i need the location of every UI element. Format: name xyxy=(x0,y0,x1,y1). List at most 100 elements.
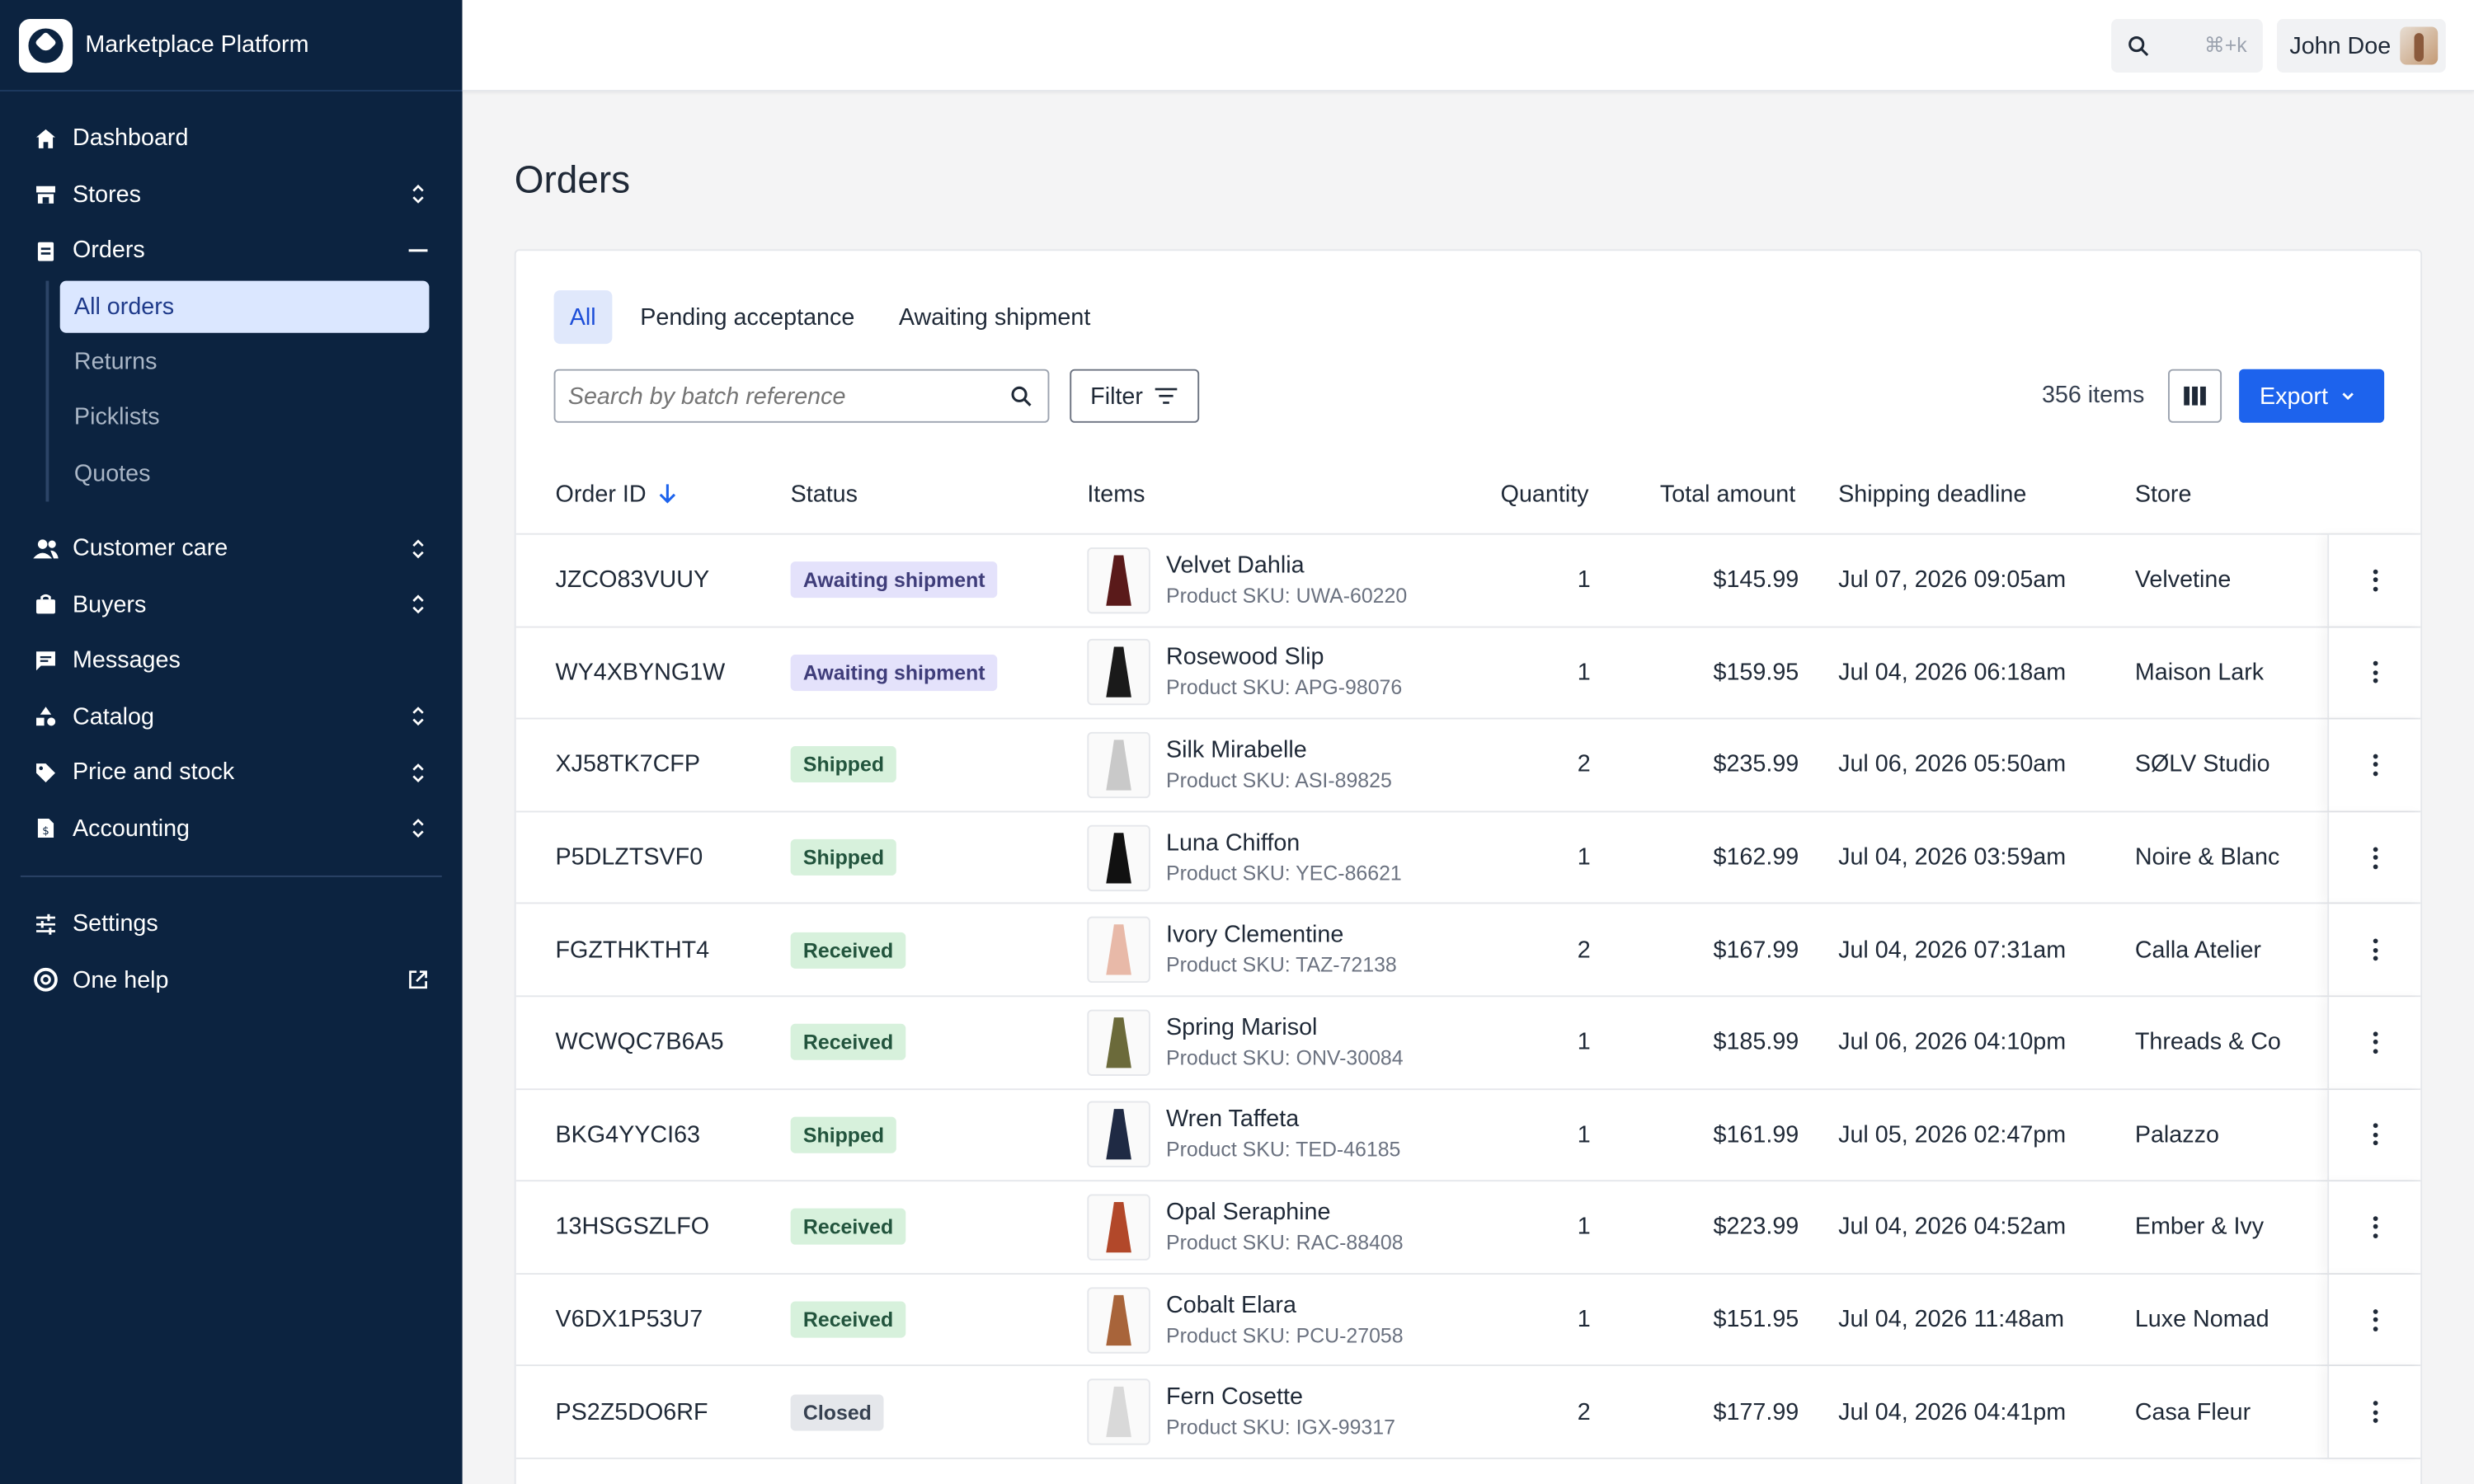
order-id[interactable]: WCWQC7B6A5 xyxy=(556,997,724,1087)
nav-item-buyers[interactable]: Buyers xyxy=(0,576,463,632)
store-name: Threads & Co xyxy=(2134,1029,2281,1056)
total-amount: $145.99 xyxy=(1713,566,1799,594)
row-actions-button[interactable] xyxy=(2327,1181,2421,1273)
sort-down-icon xyxy=(658,484,675,504)
dress-icon xyxy=(1106,555,1131,606)
people-icon xyxy=(33,536,59,561)
nav-item-messages[interactable]: Messages xyxy=(0,632,463,688)
tab-all[interactable]: All xyxy=(553,290,612,345)
item-cell[interactable]: Velvet Dahlia Product SKU: UWA-60220 xyxy=(1087,535,1407,626)
row-actions-button[interactable] xyxy=(2327,904,2421,996)
nav-item-customer-care[interactable]: Customer care xyxy=(0,520,463,576)
item-cell[interactable]: Luna Chiffon Product SKU: YEC-86621 xyxy=(1087,812,1402,903)
order-id[interactable]: P5DLZTSVF0 xyxy=(556,812,703,903)
product-thumbnail xyxy=(1087,1101,1150,1168)
expand-icon[interactable] xyxy=(407,760,430,786)
order-id[interactable]: PS2Z5DO6RF xyxy=(556,1367,708,1458)
quantity: 2 xyxy=(1577,936,1591,964)
item-cell[interactable]: Ivory Clementine Product SKU: TAZ-72138 xyxy=(1087,904,1397,995)
tab-pending-acceptance[interactable]: Pending acceptance xyxy=(624,290,870,344)
row-actions-button[interactable] xyxy=(2327,719,2421,811)
header-order-id[interactable]: Order ID xyxy=(556,453,676,534)
item-cell[interactable]: Opal Seraphine Product SKU: RAC-88408 xyxy=(1087,1181,1404,1272)
sidebar-item-quotes[interactable]: Quotes xyxy=(60,446,463,502)
item-sku: Product SKU: UWA-60220 xyxy=(1166,583,1408,608)
table-row[interactable] xyxy=(516,1459,2420,1484)
nav-item-settings[interactable]: Settings xyxy=(0,896,463,952)
shipping-deadline: Jul 06, 2026 04:10pm xyxy=(1838,1029,2067,1056)
export-button[interactable]: Export xyxy=(2239,369,2385,423)
total-amount: $185.99 xyxy=(1713,1029,1799,1056)
user-menu-button[interactable]: John Doe xyxy=(2277,18,2446,73)
item-cell[interactable]: Fern Cosette Product SKU: IGX-99317 xyxy=(1087,1367,1395,1458)
store-name: SØLV Studio xyxy=(2134,751,2270,779)
table-row[interactable]: WY4XBYNG1W Awaiting shipment Rosewood Sl… xyxy=(515,627,2421,720)
total-amount: $177.99 xyxy=(1713,1398,1799,1426)
batch-search-field[interactable] xyxy=(553,369,1050,423)
global-search-button[interactable]: ⌘+k xyxy=(2111,18,2263,73)
table-row[interactable]: V6DX1P53U7 Received Cobalt Elara Product… xyxy=(515,1274,2421,1367)
table-row[interactable]: P5DLZTSVF0 Shipped Luna Chiffon Product … xyxy=(515,812,2421,905)
order-id[interactable]: XJ58TK7CFP xyxy=(556,720,700,810)
table-row[interactable]: XJ58TK7CFP Shipped Silk Mirabelle Produc… xyxy=(515,719,2421,812)
search-input[interactable] xyxy=(567,382,995,410)
status-cell: Awaiting shipment xyxy=(790,627,998,718)
shortcut-hint: ⌘+k xyxy=(2204,33,2247,57)
item-cell[interactable]: Silk Mirabelle Product SKU: ASI-89825 xyxy=(1087,720,1392,810)
columns-button[interactable] xyxy=(2168,369,2222,423)
collapse-icon[interactable] xyxy=(407,237,430,263)
item-cell[interactable]: Cobalt Elara Product SKU: PCU-27058 xyxy=(1087,1275,1404,1365)
filter-button[interactable]: Filter xyxy=(1070,369,1200,423)
row-actions-button[interactable] xyxy=(2327,534,2421,626)
shipping-deadline: Jul 06, 2026 05:50am xyxy=(1838,751,2067,779)
expand-icon[interactable] xyxy=(407,182,430,208)
more-vertical-icon xyxy=(2373,661,2380,684)
row-actions-button[interactable] xyxy=(2327,1089,2421,1181)
status-cell: Shipped xyxy=(790,1089,897,1180)
order-id[interactable]: WY4XBYNG1W xyxy=(556,627,726,718)
table-row[interactable]: WCWQC7B6A5 Received Spring Marisol Produ… xyxy=(515,997,2421,1090)
expand-icon[interactable] xyxy=(407,704,430,730)
nav-item-price-stock[interactable]: Price and stock xyxy=(0,744,463,801)
nav-item-stores[interactable]: Stores xyxy=(0,167,463,223)
expand-icon[interactable] xyxy=(407,816,430,842)
row-actions-button[interactable] xyxy=(2327,627,2421,718)
order-id[interactable]: BKG4YYCI63 xyxy=(556,1089,700,1180)
sidebar-item-picklists[interactable]: Picklists xyxy=(60,390,463,446)
tab-awaiting-shipment[interactable]: Awaiting shipment xyxy=(883,290,1107,344)
nav-item-dashboard[interactable]: Dashboard xyxy=(0,110,463,167)
expand-icon[interactable] xyxy=(407,536,430,561)
table-row[interactable]: 13HSGSZLFO Received Opal Seraphine Produ… xyxy=(515,1181,2421,1275)
expand-icon[interactable] xyxy=(407,592,430,618)
nav-item-help[interactable]: One help xyxy=(0,952,463,1008)
brand[interactable]: Marketplace Platform xyxy=(0,0,463,92)
row-actions-button[interactable] xyxy=(2327,997,2421,1088)
status-cell: Received xyxy=(790,1181,906,1272)
order-id[interactable]: FGZTHKTHT4 xyxy=(556,904,710,995)
external-link-icon[interactable] xyxy=(407,967,430,993)
table-row[interactable]: JZCO83VUUY Awaiting shipment Velvet Dahl… xyxy=(515,534,2421,627)
quantity: 1 xyxy=(1577,1121,1591,1148)
item-cell[interactable]: Wren Taffeta Product SKU: TED-46185 xyxy=(1087,1089,1400,1180)
order-id[interactable]: 13HSGSZLFO xyxy=(556,1181,710,1272)
item-cell[interactable]: Rosewood Slip Product SKU: APG-98076 xyxy=(1087,627,1402,718)
row-actions-button[interactable] xyxy=(2327,812,2421,904)
sidebar-item-returns[interactable]: Returns xyxy=(60,334,463,390)
item-cell[interactable]: Spring Marisol Product SKU: ONV-30084 xyxy=(1087,997,1404,1087)
order-id[interactable]: V6DX1P53U7 xyxy=(556,1275,703,1365)
sidebar-item-all-orders[interactable]: All orders xyxy=(59,279,430,332)
status-badge: Received xyxy=(790,1301,906,1338)
row-actions-button[interactable] xyxy=(2327,1366,2421,1458)
nav-item-catalog[interactable]: Catalog xyxy=(0,688,463,744)
table-row[interactable]: FGZTHKTHT4 Received Ivory Clementine Pro… xyxy=(515,904,2421,998)
table-row[interactable]: PS2Z5DO6RF Closed Fern Cosette Product S… xyxy=(515,1366,2421,1459)
nav-item-accounting[interactable]: $ Accounting xyxy=(0,801,463,857)
message-icon xyxy=(33,648,59,674)
table-row[interactable]: BKG4YYCI63 Shipped Wren Taffeta Product … xyxy=(515,1089,2421,1182)
dress-icon xyxy=(1106,924,1131,975)
nav-item-orders[interactable]: Orders xyxy=(0,223,463,279)
order-id[interactable]: JZCO83VUUY xyxy=(556,535,710,626)
row-actions-button[interactable] xyxy=(2327,1274,2421,1365)
total-amount: $162.99 xyxy=(1713,843,1799,871)
shipping-deadline: Jul 04, 2026 06:18am xyxy=(1838,659,2067,687)
